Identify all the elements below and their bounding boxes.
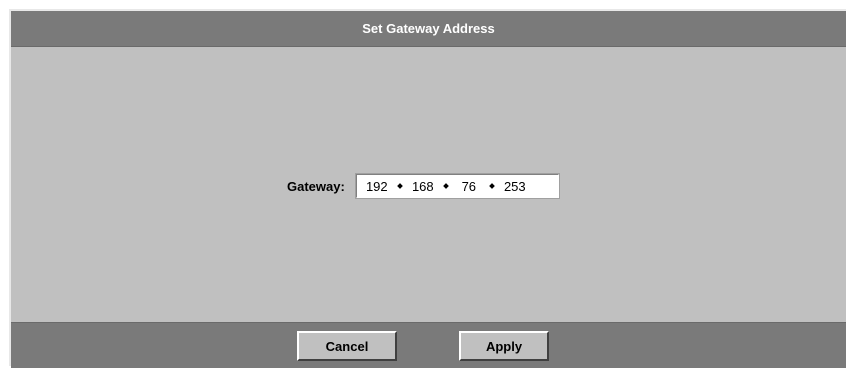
set-gateway-dialog: Set Gateway Address Gateway: 192 168 76 … bbox=[9, 9, 846, 368]
gateway-field-row: Gateway: 192 168 76 253 bbox=[287, 173, 560, 199]
ip-separator-dot bbox=[488, 183, 495, 189]
ip-octet-3[interactable]: 76 bbox=[455, 179, 483, 194]
ip-octet-2[interactable]: 168 bbox=[409, 179, 437, 194]
dialog-title-bar: Set Gateway Address bbox=[11, 11, 846, 47]
ip-separator-dot bbox=[396, 183, 403, 189]
gateway-ip-input[interactable]: 192 168 76 253 bbox=[354, 173, 560, 199]
dialog-title: Set Gateway Address bbox=[362, 21, 495, 36]
ip-octet-1[interactable]: 192 bbox=[363, 179, 391, 194]
ip-separator-dot bbox=[442, 183, 449, 189]
gateway-label: Gateway: bbox=[287, 178, 345, 194]
apply-button[interactable]: Apply bbox=[459, 331, 549, 361]
cancel-button[interactable]: Cancel bbox=[297, 331, 397, 361]
dialog-button-bar: Cancel Apply bbox=[11, 322, 846, 368]
dialog-content: Gateway: 192 168 76 253 bbox=[11, 47, 846, 322]
ip-octet-4[interactable]: 253 bbox=[501, 179, 529, 194]
